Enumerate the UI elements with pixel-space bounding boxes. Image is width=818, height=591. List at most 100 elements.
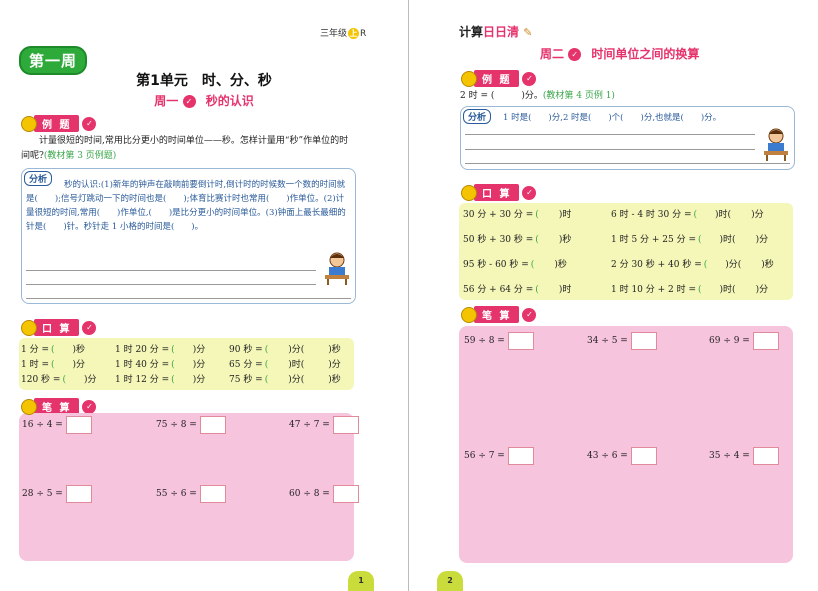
oral-text: 1 时 = [21,360,49,370]
answer-blank[interactable]: ( [535,210,539,220]
oral-text: 1 分 = [21,345,49,355]
analysis-text: 1 时是( )分,2 时是( )个( )分,也就是( )分。 [503,113,722,123]
section-example: 例 题 ✓ [461,70,538,87]
bee-icon [21,319,37,336]
answer-line [465,134,755,135]
answer-blank[interactable]: ( [704,260,708,270]
oral-text: )分 [751,210,764,220]
oral-text: )时( [719,235,736,245]
oral-text: )分 [328,360,341,370]
answer-blank[interactable]: ( [171,360,175,370]
oral-text: 1 时 5 分 + 25 分 = [611,235,697,245]
oral-problem: 1 时 12 分 =()分 [115,372,205,385]
oral-text: )分 [83,375,97,385]
answer-blank[interactable]: ( [51,345,55,355]
oral-problem: 1 时 40 分 =()分 [115,357,205,370]
answer-blank[interactable]: ( [698,285,702,295]
oral-text: )秒 [328,375,341,385]
bee-icon [461,70,477,87]
answer-blank[interactable]: ( [531,260,535,270]
unit-title: 第1单元 时、分、秒 [136,73,272,89]
bee-icon [461,306,477,323]
written-problem: 56 ÷ 7 = [464,447,534,465]
oral-problem: 1 分 =( )秒 [21,342,85,355]
written-problem: 55 ÷ 6 = [156,485,226,503]
written-problem: 69 ÷ 9 = [709,332,779,350]
answer-box[interactable] [507,332,534,350]
oral-problem: 30 分 + 30 分 =()时 [463,207,571,220]
example-text: 计量很短的时间,常用比分更小的时间单位——秒。怎样计量用“秒”作单位的时间呢?(… [21,136,349,161]
oral-text: )秒 [328,345,341,355]
answer-box[interactable] [507,447,534,465]
student-icon [764,128,788,161]
analysis-box: 分析 1 时是( )分,2 时是( )个( )分,也就是( )分。 [460,106,795,170]
qing-icon: ✓ [521,306,538,323]
oral-text: )分( [725,260,742,270]
answer-line [26,284,316,285]
written-problem: 35 ÷ 4 = [709,447,779,465]
answer-box[interactable] [199,485,226,503]
written-problem: 28 ÷ 5 = [22,485,92,503]
analysis-box: 分析 秒的认识:(1)新年的钟声在敲响前要倒计时,倒计时的时候数一个数的时间就是… [21,168,356,304]
oral-text: 65 分 = [229,360,263,370]
oral-problem: 95 秒 - 60 秒 =()秒 [463,257,567,270]
example-text: 2 时 = ( )分。(教材第 4 页例 1) [460,91,615,101]
qing-icon: ✓ [568,48,582,61]
oral-problem: 120 秒 =( )分 [21,372,96,385]
answer-blank[interactable]: ( [265,345,269,355]
answer-blank[interactable]: ( [535,285,539,295]
oral-problem: 90 秒 =()分()秒 [229,342,341,355]
oral-text: 75 秒 = [229,375,263,385]
answer-blank[interactable]: ( [51,360,55,370]
oral-problem: 56 分 + 64 分 =()时 [463,282,571,295]
answer-box[interactable] [752,332,779,350]
answer-blank[interactable]: ( [535,235,539,245]
answer-blank[interactable]: ( [171,375,175,385]
answer-box[interactable] [332,416,359,434]
answer-blank[interactable]: ( [62,375,66,385]
answer-box[interactable] [752,447,779,465]
answer-box[interactable] [65,485,92,503]
written-problem: 59 ÷ 8 = [464,332,534,350]
oral-problem: 1 时 =()分 [21,357,85,370]
oral-text: )秒 [72,345,86,355]
written-panel: 59 ÷ 8 = 34 ÷ 5 = 69 ÷ 9 = 56 ÷ 7 = 43 ÷… [459,326,793,563]
answer-box[interactable] [199,416,226,434]
answer-blank[interactable]: ( [265,360,269,370]
oral-text: )分 [192,345,206,355]
answer-blank[interactable]: ( [694,210,698,220]
page-divider [408,0,409,591]
oral-text: 1 时 10 分 + 2 时 = [611,285,697,295]
answer-blank[interactable]: ( [171,345,175,355]
answer-line [26,270,316,271]
oral-text: )秒 [558,235,572,245]
oral-text: 50 秒 + 30 秒 = [463,235,534,245]
oral-text: 1 时 20 分 = [115,345,170,355]
oral-text: 120 秒 = [21,375,61,385]
answer-blank[interactable]: ( [698,235,702,245]
written-problem: 75 ÷ 8 = [156,416,226,434]
oral-text: 1 时 40 分 = [115,360,170,370]
oral-problem: 2 分 30 秒 + 40 秒 =()分()秒 [611,257,774,270]
answer-box[interactable] [630,332,657,350]
oral-text: )分 [192,375,206,385]
qing-icon: ✓ [81,319,98,336]
day-title: 周一 ✓ 秒的认识 [154,94,254,108]
section-example: 例 题 ✓ [21,115,98,132]
qing-icon: ✓ [521,70,538,87]
oral-problem: 1 时 20 分 =( )分 [115,342,205,355]
answer-blank[interactable]: ( [265,375,269,385]
oral-problem: 65 分 =()时()分 [229,357,341,370]
answer-line [465,163,790,164]
written-problem: 43 ÷ 6 = [587,447,657,465]
answer-box[interactable] [332,485,359,503]
answer-box[interactable] [630,447,657,465]
fenxi-label: 分析 [463,109,492,124]
page-number: 1 [348,571,374,591]
calc-daily-title: 计算日日清 ✎ [459,25,533,39]
oral-text: 6 时 - 4 时 30 分 = [611,210,692,220]
answer-box[interactable] [65,416,92,434]
oral-text: )时( [719,285,736,295]
qing-icon: ✓ [81,115,98,132]
answer-line [465,149,755,150]
